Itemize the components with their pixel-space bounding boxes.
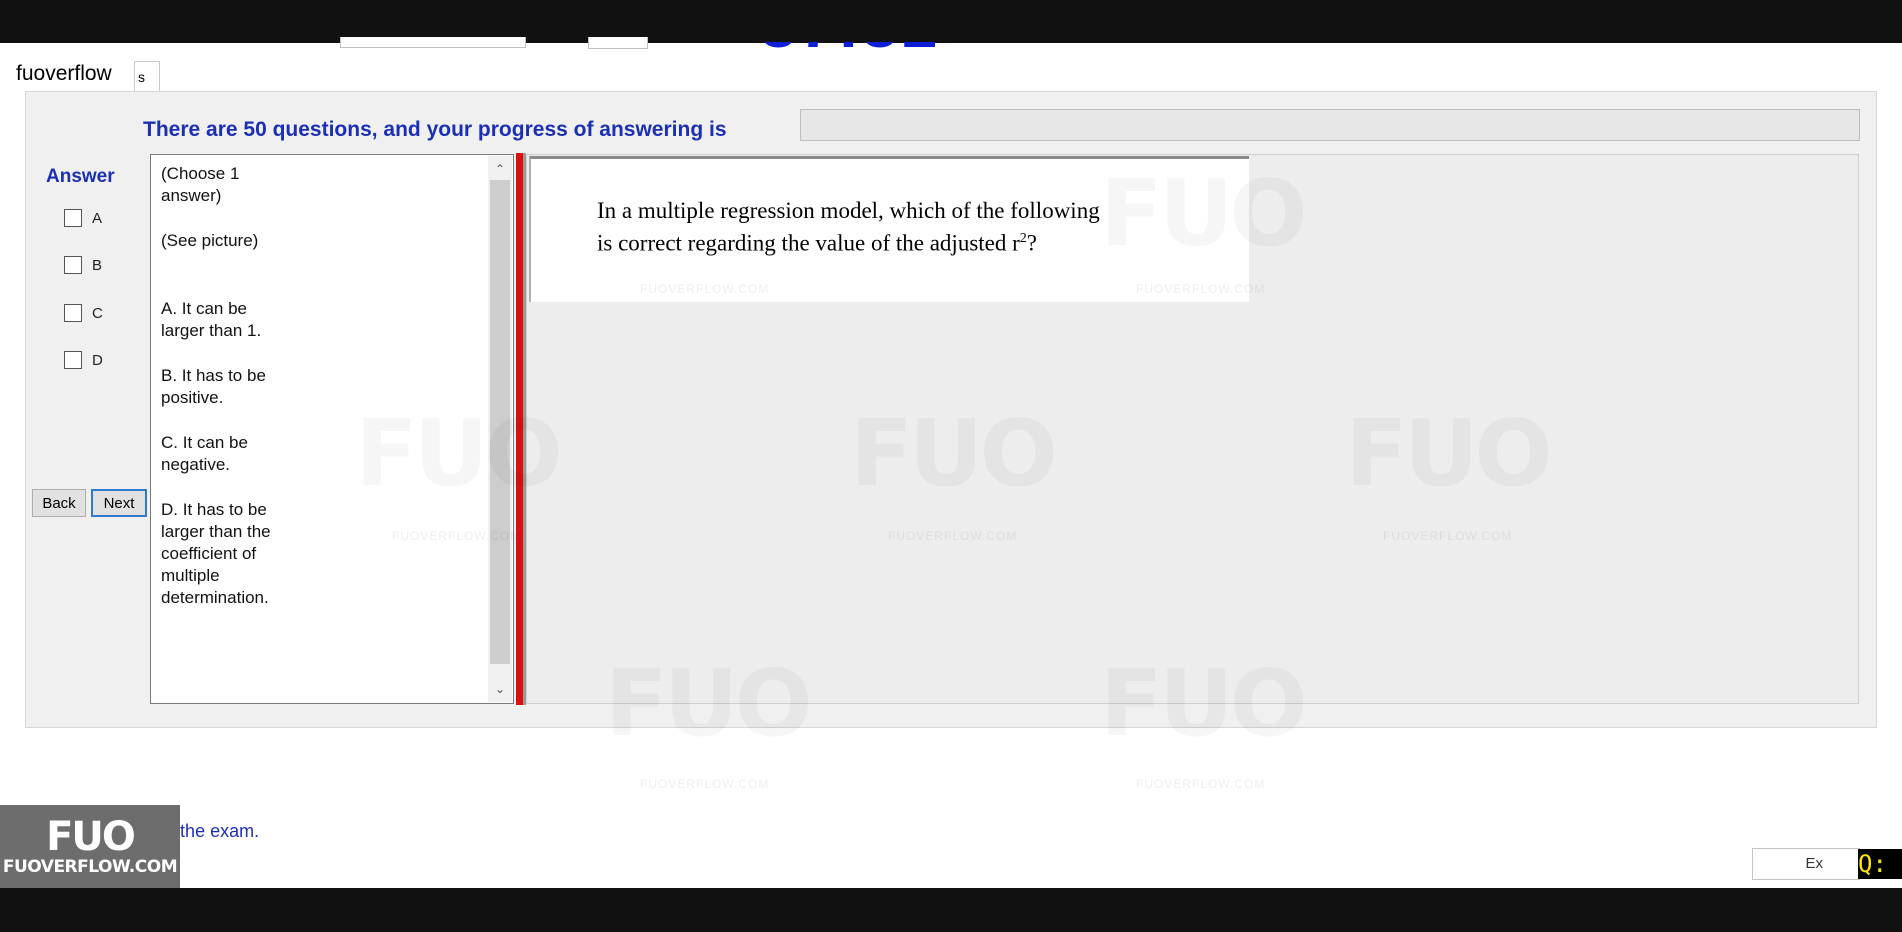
answer-option-a[interactable]: A <box>64 207 102 229</box>
question-image-line: is correct regarding the value of the ad… <box>597 225 1197 258</box>
answer-option-label: A <box>92 209 103 227</box>
question-text-line: answer) <box>161 186 222 205</box>
question-counter: Q: 20 <box>1858 849 1902 879</box>
question-text-line: D. It has to be <box>161 500 267 519</box>
next-button[interactable]: Next <box>91 489 147 517</box>
brand-label: fuoverflow <box>16 62 112 85</box>
logo-mark: FUO <box>46 813 136 860</box>
checkbox-c[interactable] <box>64 304 82 322</box>
question-text-line: (See picture) <box>161 231 259 250</box>
answer-title: Answer <box>46 166 115 187</box>
question-text-line: C. It can be <box>161 433 248 452</box>
question-text-line: larger than the <box>161 522 271 541</box>
top-small-control[interactable] <box>588 37 648 49</box>
scrollbar-thumb[interactable] <box>490 180 510 664</box>
question-mark: ? <box>1026 230 1037 256</box>
question-text-line: coefficient of <box>161 544 257 563</box>
answer-option-b[interactable]: B <box>64 254 102 276</box>
answer-option-label: D <box>92 351 103 369</box>
splitter-divider[interactable] <box>516 153 523 705</box>
question-text-line: determination. <box>161 588 269 607</box>
checkbox-b[interactable] <box>64 256 82 274</box>
question-text-line: (Choose 1 <box>161 164 240 183</box>
superscript: 2 <box>1019 231 1027 246</box>
top-letterbox-bar <box>0 0 1902 43</box>
answer-option-d[interactable]: D <box>64 349 103 371</box>
question-text-line: A. It can be <box>161 299 247 318</box>
watermark-text: FUOVERFLOW.COM <box>640 777 770 791</box>
question-text-line: B. It has to be <box>161 366 266 385</box>
question-image-line: In a multiple regression model, which of… <box>597 198 1100 223</box>
question-text-line: multiple <box>161 566 220 585</box>
answer-option-c[interactable]: C <box>64 302 103 324</box>
progress-label: There are 50 questions, and your progres… <box>143 118 727 141</box>
tab-header[interactable]: s <box>134 61 160 91</box>
question-text-line: negative. <box>161 455 230 474</box>
question-text-box[interactable]: (Choose 1 answer) (See picture) A. It ca… <box>150 154 514 704</box>
watermark-text: FUOVERFLOW.COM <box>1136 777 1266 791</box>
bottom-letterbox-bar <box>0 888 1902 932</box>
checkbox-a[interactable] <box>64 209 82 227</box>
exit-button[interactable]: Ex <box>1752 848 1860 880</box>
progress-bar <box>800 109 1860 141</box>
top-combobox[interactable] <box>340 37 526 48</box>
scroll-down-arrow-icon[interactable]: ⌄ <box>488 678 512 700</box>
checkbox-d[interactable] <box>64 351 82 369</box>
scroll-up-arrow-icon[interactable]: ⌃ <box>488 158 512 180</box>
question-text-line: larger than 1. <box>161 321 262 340</box>
logo-text: FUOVERFLOW.COM <box>2 856 178 877</box>
question-image-text: In a multiple regression model, which of… <box>597 197 1197 258</box>
answer-option-label: C <box>92 304 103 322</box>
answer-option-label: B <box>92 256 103 274</box>
fuoverflow-logo: FUO FUOVERFLOW.COM <box>0 805 180 888</box>
question-image: In a multiple regression model, which of… <box>529 156 1249 302</box>
back-button[interactable]: Back <box>32 489 86 517</box>
question-text-line: positive. <box>161 388 224 407</box>
question-image-line-text: is correct regarding the value of the ad… <box>597 230 1020 256</box>
